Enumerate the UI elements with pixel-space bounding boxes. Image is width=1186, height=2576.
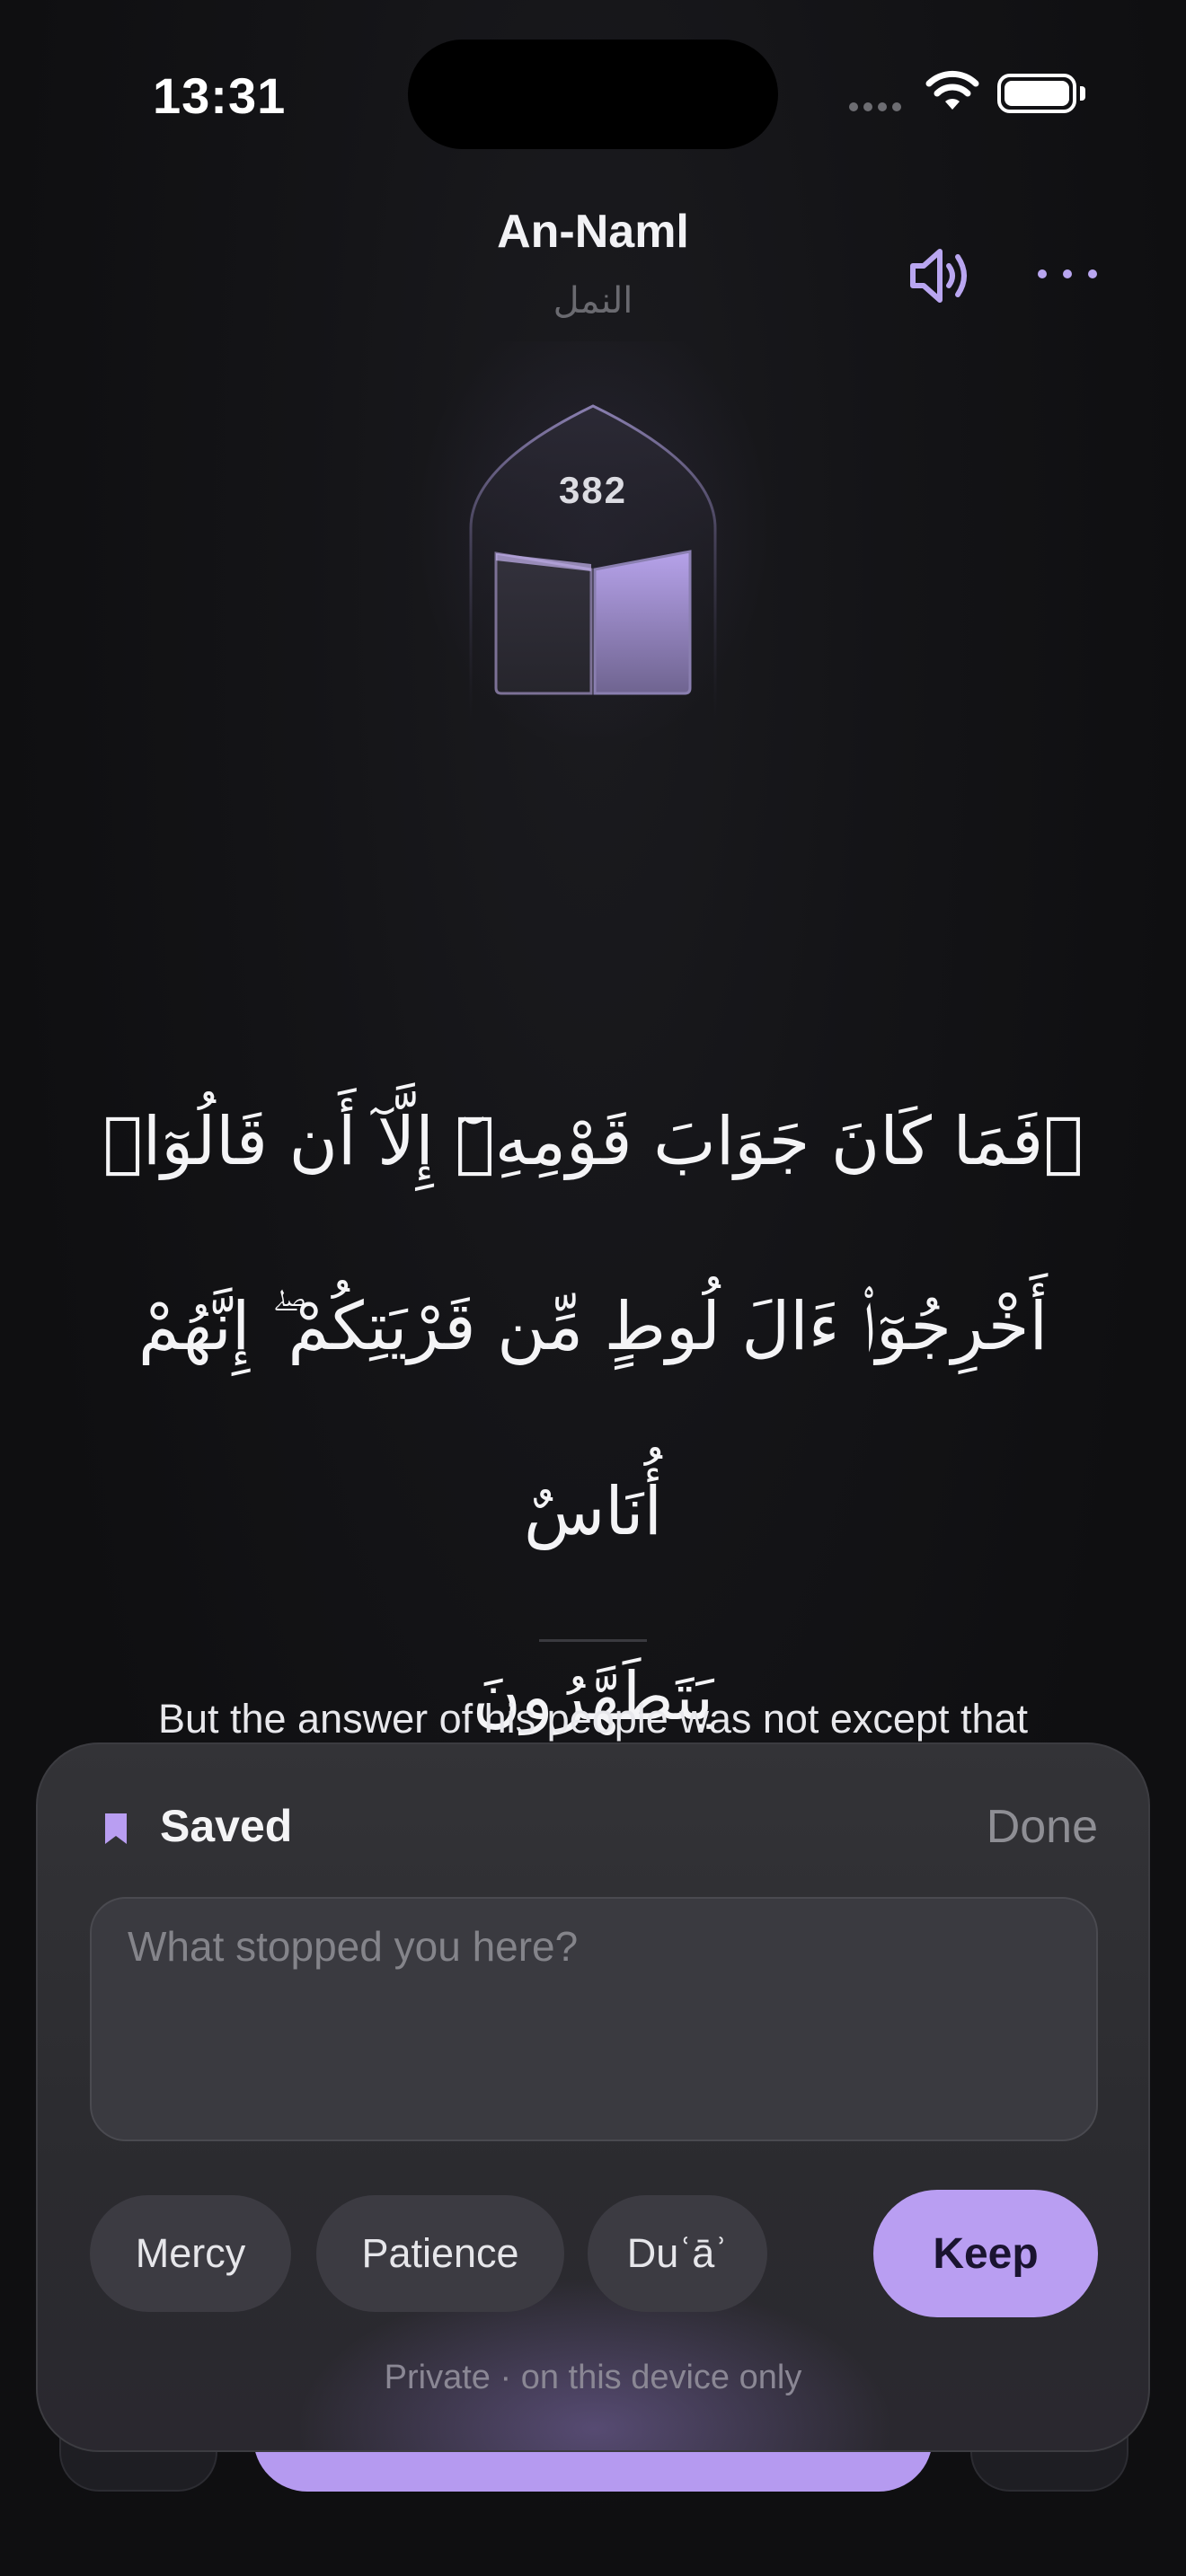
privacy-note: Private · on this device only bbox=[384, 2359, 802, 2396]
dynamic-island bbox=[408, 40, 778, 149]
ellipsis-icon[interactable] bbox=[1038, 269, 1097, 278]
cellular-signal-icon bbox=[849, 102, 901, 111]
verse-line: ۞فَمَا كَانَ جَوَابَ قَوْمِهِۦٓ إِلَّآ أ… bbox=[102, 1103, 1084, 1180]
saved-sheet: Saved Done What stopped you here? Mercy … bbox=[36, 1742, 1150, 2452]
status-time: 13:31 bbox=[153, 67, 287, 124]
verse-line: أَخْرِجُوٓا۟ ءَالَ لُوطٍ مِّن قَرْيَتِكُ… bbox=[137, 1288, 1049, 1550]
battery-cap bbox=[1080, 86, 1085, 101]
surah-title: An-Naml bbox=[497, 206, 689, 258]
tag-mercy[interactable]: Mercy bbox=[90, 2195, 291, 2312]
verse-arabic: ۞فَمَا كَانَ جَوَابَ قَوْمِهِۦٓ إِلَّآ أ… bbox=[63, 1049, 1123, 1789]
mihrab-arch-icon bbox=[469, 404, 717, 726]
verse-translation: But the answer of his people was not exc… bbox=[157, 1696, 1029, 1742]
tag-dua[interactable]: Duʿāʾ bbox=[588, 2195, 767, 2312]
page-number: 382 bbox=[558, 469, 628, 511]
verse-divider bbox=[539, 1639, 647, 1642]
bookmark-icon bbox=[105, 1813, 127, 1844]
sheet-title: Saved bbox=[160, 1801, 293, 1851]
done-button[interactable]: Done bbox=[987, 1800, 1098, 1854]
wifi-icon bbox=[925, 70, 979, 110]
keep-button[interactable]: Keep bbox=[873, 2190, 1098, 2317]
surah-title-arabic: النمل bbox=[553, 280, 633, 322]
tag-patience[interactable]: Patience bbox=[316, 2195, 564, 2312]
note-input[interactable]: What stopped you here? bbox=[90, 1897, 1098, 2141]
speaker-wave-icon[interactable] bbox=[907, 244, 974, 307]
battery-icon bbox=[997, 74, 1076, 113]
